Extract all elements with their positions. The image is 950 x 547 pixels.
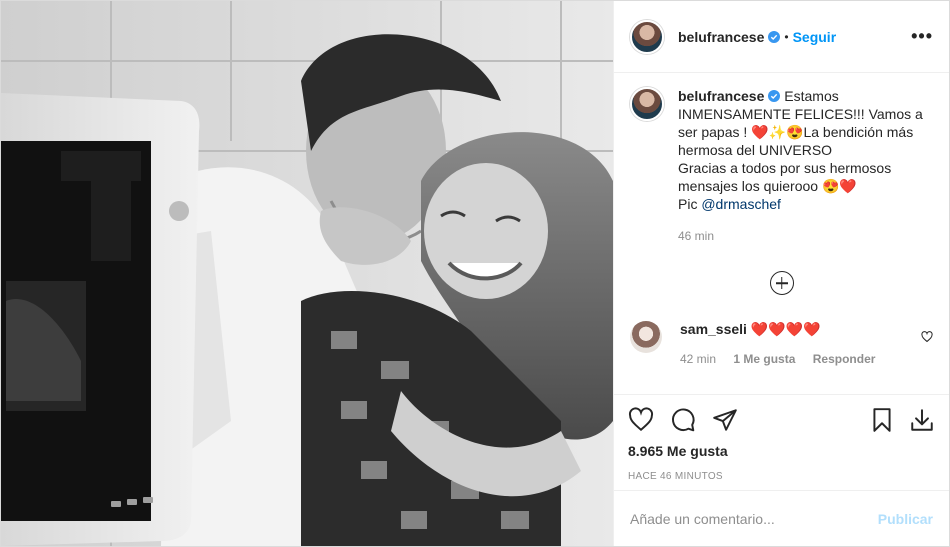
header-separator: •: [784, 29, 789, 44]
share-paper-plane-icon[interactable]: [712, 407, 738, 433]
load-more-plus-icon[interactable]: [769, 271, 794, 295]
follow-button[interactable]: Seguir: [793, 29, 837, 45]
author-username[interactable]: belufrancese: [678, 29, 764, 45]
commenter-username[interactable]: sam_sseli: [680, 321, 747, 337]
likes-count[interactable]: 8.965 Me gusta: [628, 443, 935, 459]
couple-photo-bw: [1, 1, 613, 546]
caption-time: 46 min: [678, 229, 715, 243]
more-options-icon[interactable]: •••: [911, 26, 933, 47]
comment-item: sam_sseli ❤️❤️❤️❤️ 42 min 1 Me gusta Res…: [630, 321, 933, 366]
comment-time: 42 min: [680, 352, 717, 366]
caption-mention-link[interactable]: @drmaschef: [701, 196, 781, 212]
load-more-comments: [630, 271, 933, 295]
comments-section[interactable]: belufrancese Estamos INMENSAMENTE FELICE…: [614, 73, 949, 394]
caption: belufrancese Estamos INMENSAMENTE FELICE…: [630, 87, 933, 245]
comment-heart-icon[interactable]: [921, 331, 933, 343]
author-avatar[interactable]: [630, 19, 664, 54]
comment-likes[interactable]: 1 Me gusta: [733, 352, 795, 366]
instagram-post: belufrancese • Seguir ••• belufrancese E…: [0, 0, 950, 547]
caption-avatar[interactable]: [630, 87, 664, 121]
caption-pic-label: Pic: [678, 196, 698, 212]
save-bookmark-icon[interactable]: [869, 407, 895, 433]
publish-button[interactable]: Publicar: [878, 511, 933, 527]
action-icons: [628, 405, 935, 435]
posted-time: HACE 46 MINUTOS: [628, 471, 723, 482]
caption-emoji-1: ❤️✨😍: [751, 124, 804, 140]
post-photo[interactable]: [1, 1, 613, 546]
comment-meta: 42 min 1 Me gusta Responder: [680, 352, 921, 366]
post-side-panel: belufrancese • Seguir ••• belufrancese E…: [613, 1, 949, 546]
comment-text: ❤️❤️❤️❤️: [750, 321, 821, 337]
download-icon[interactable]: [909, 407, 935, 433]
like-heart-icon[interactable]: [628, 407, 654, 433]
add-comment-bar: Publicar: [614, 490, 949, 546]
reply-button[interactable]: Responder: [813, 352, 876, 366]
caption-verified-badge-icon: [768, 90, 781, 102]
right-action-icons: [869, 407, 935, 433]
caption-username[interactable]: belufrancese: [678, 88, 764, 104]
commenter-avatar[interactable]: [630, 321, 662, 353]
comment-input[interactable]: [630, 510, 878, 527]
caption-body: belufrancese Estamos INMENSAMENTE FELICE…: [678, 87, 928, 245]
comment-body: sam_sseli ❤️❤️❤️❤️ 42 min 1 Me gusta Res…: [680, 321, 921, 366]
caption-emoji-2: 😍❤️: [821, 178, 857, 194]
post-actions: 8.965 Me gusta HACE 46 MINUTOS: [614, 394, 949, 490]
verified-badge-icon: [768, 30, 781, 43]
comment-bubble-icon[interactable]: [670, 407, 696, 433]
post-header: belufrancese • Seguir •••: [614, 1, 949, 73]
